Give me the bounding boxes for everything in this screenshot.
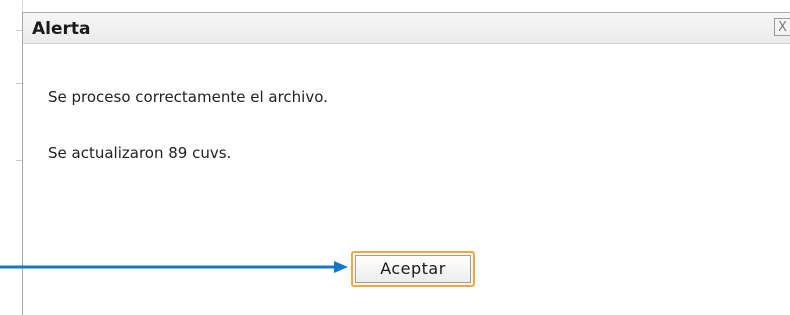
background-page-top <box>0 0 790 8</box>
accept-button[interactable]: Aceptar <box>351 251 475 287</box>
accept-button-label: Aceptar <box>355 255 471 283</box>
dialog-titlebar[interactable]: Alerta X <box>23 13 790 44</box>
message-updated-count: Se actualizaron 89 cuvs. <box>48 144 232 162</box>
arrow-head <box>334 261 348 273</box>
close-icon[interactable]: X <box>774 18 790 36</box>
dialog-title: Alerta <box>32 19 91 39</box>
message-processed: Se proceso correctamente el archivo. <box>48 88 328 106</box>
screen: Alerta X Se proceso correctamente el arc… <box>0 0 790 315</box>
annotation-arrow <box>0 261 348 273</box>
